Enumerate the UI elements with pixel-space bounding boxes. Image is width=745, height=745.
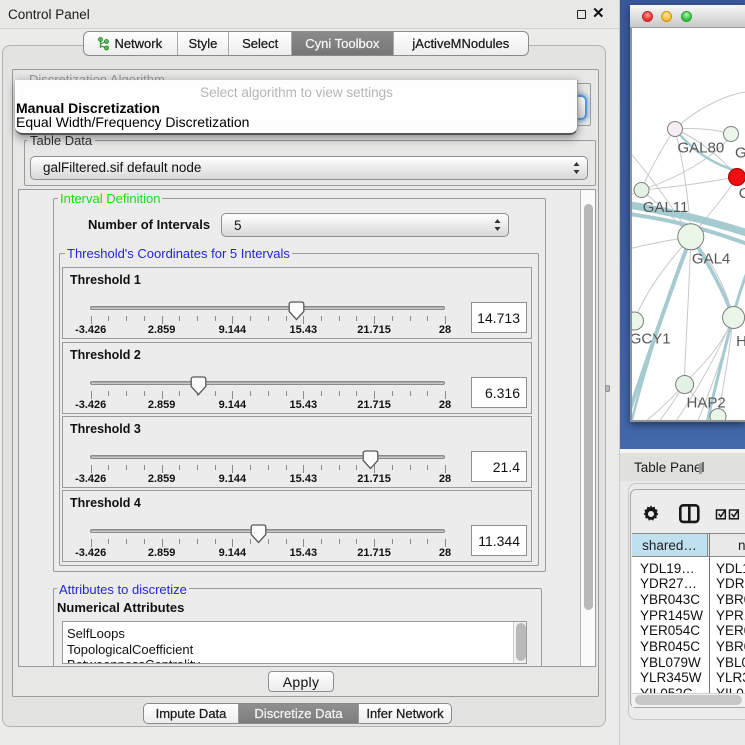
svg-text:GCY1: GCY1	[632, 330, 671, 347]
svg-text:GAL11: GAL11	[643, 199, 689, 216]
svg-text:GAL4: GAL4	[692, 251, 730, 268]
svg-text:G: G	[735, 145, 745, 162]
svg-text:GAL80: GAL80	[678, 139, 725, 156]
svg-text:HAP2: HAP2	[687, 394, 726, 411]
svg-text:H: H	[736, 333, 745, 350]
svg-text:C: C	[739, 185, 745, 202]
